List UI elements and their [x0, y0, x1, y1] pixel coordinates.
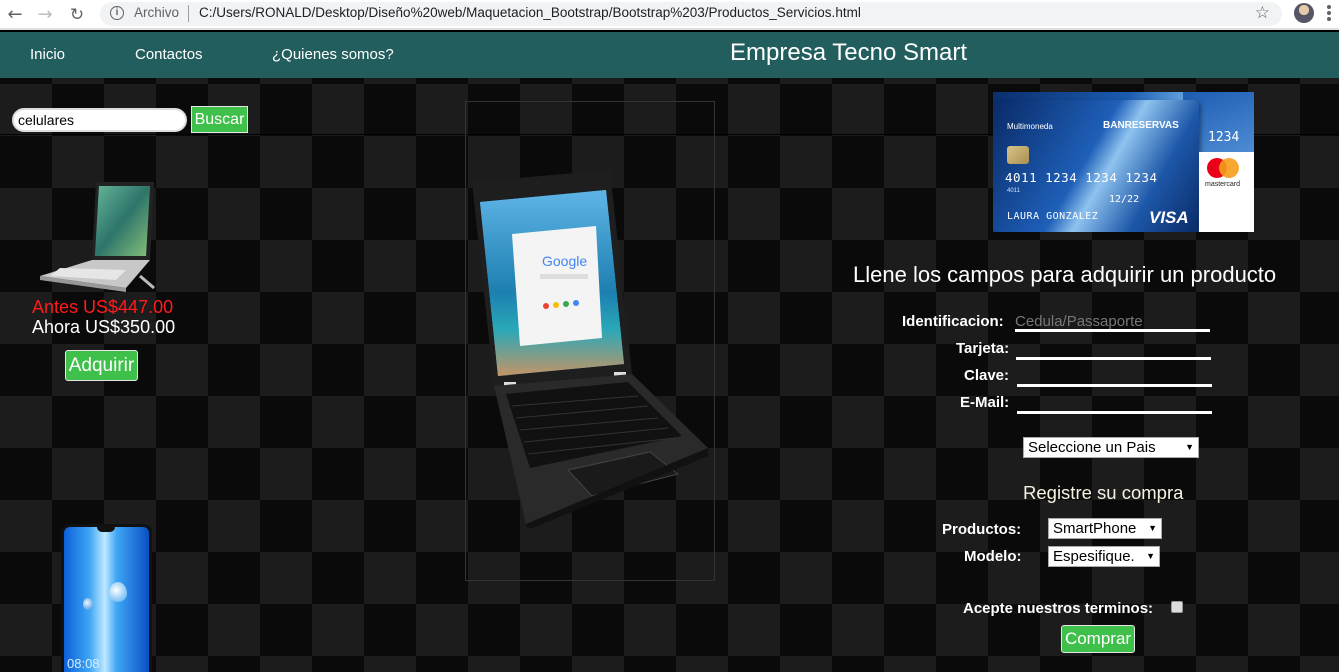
top-navbar: Inicio Contactos ¿Quienes somos? Empresa…: [0, 32, 1339, 78]
clave-input[interactable]: [1017, 369, 1212, 387]
back-arrow-icon[interactable]: ←: [4, 4, 26, 26]
comprar-button[interactable]: Comprar: [1061, 625, 1135, 653]
country-select[interactable]: Seleccione un Pais ▼: [1023, 437, 1199, 458]
nav-link-inicio[interactable]: Inicio: [30, 46, 65, 63]
card-back-digits: 1234: [1208, 130, 1240, 145]
info-icon[interactable]: i: [110, 6, 124, 20]
brand-title: Empresa Tecno Smart: [730, 39, 967, 66]
address-bar[interactable]: i Archivo C:/Users/RONALD/Desktop/Diseño…: [100, 2, 1282, 26]
card-type-label: Multimoneda: [1007, 122, 1053, 131]
adquirir-button[interactable]: Adquirir: [65, 350, 138, 381]
productos-label: Productos:: [942, 521, 1022, 538]
phone-product-image: 08:08: [61, 524, 152, 672]
identificacion-label: Identificacion:: [902, 313, 1004, 330]
productos-select-value: SmartPhone: [1053, 520, 1137, 537]
new-price: Ahora US$350.00: [32, 317, 176, 337]
chip-icon: [1007, 146, 1029, 164]
file-scheme-label: Archivo: [134, 5, 180, 20]
card-number: 4011 1234 1234 1234: [1005, 170, 1158, 185]
credit-card-image: 1234 Multimoneda BANRESERVAS 4011 1234 1…: [993, 92, 1254, 232]
tarjeta-label: Tarjeta:: [956, 340, 1010, 357]
reload-icon[interactable]: ↻: [66, 4, 88, 26]
forward-arrow-icon[interactable]: →: [34, 4, 56, 26]
address-separator: [188, 5, 189, 22]
phone-clock-text: 08:08: [67, 656, 100, 671]
identificacion-input[interactable]: [1015, 314, 1210, 332]
terms-checkbox[interactable]: [1171, 601, 1183, 613]
tarjeta-input[interactable]: [1016, 342, 1211, 360]
profile-avatar[interactable]: [1294, 3, 1314, 23]
dropdown-arrow-icon: ▼: [1146, 551, 1155, 561]
dropdown-arrow-icon: ▼: [1185, 442, 1194, 452]
nav-link-contactos[interactable]: Contactos: [135, 46, 203, 63]
search-button[interactable]: Buscar: [191, 106, 248, 133]
modelo-select-value: Espesifique.: [1053, 548, 1135, 565]
productos-select[interactable]: SmartPhone ▼: [1048, 518, 1162, 539]
dropdown-arrow-icon: ▼: [1148, 523, 1157, 533]
bookmark-star-icon[interactable]: ☆: [1255, 3, 1270, 23]
url-text[interactable]: C:/Users/RONALD/Desktop/Diseño%20web/Maq…: [199, 5, 861, 20]
search-input[interactable]: [12, 108, 187, 132]
clave-label: Clave:: [964, 367, 1010, 384]
terms-label: Acepte nuestros terminos:: [963, 600, 1154, 617]
card-number-short: 4011: [1007, 188, 1020, 194]
browser-toolbar: ← → ↻ i Archivo C:/Users/RONALD/Desktop/…: [0, 0, 1339, 30]
chromebook-product-image: Google: [472, 170, 708, 528]
mastercard-label: mastercard: [1205, 181, 1241, 188]
laptop-product-image: [40, 182, 155, 292]
card-bank-name: BANRESERVAS: [1103, 120, 1179, 131]
form-title: Llene los campos para adquirir un produc…: [853, 262, 1277, 287]
old-price: Antes US$447.00: [32, 297, 174, 317]
nav-link-quienes-somos[interactable]: ¿Quienes somos?: [272, 46, 394, 63]
card-expiry: 12/22: [1109, 194, 1140, 205]
browser-menu-icon[interactable]: [1326, 4, 1332, 24]
email-input[interactable]: [1017, 396, 1212, 414]
register-title: Registre su compra: [1023, 482, 1184, 503]
modelo-label: Modelo:: [964, 548, 1022, 565]
modelo-select[interactable]: Espesifique. ▼: [1048, 546, 1160, 567]
svg-text:Google: Google: [542, 253, 587, 269]
country-select-value: Seleccione un Pais: [1028, 439, 1156, 456]
card-holder: LAURA GONZALEZ: [1007, 211, 1099, 222]
email-label: E-Mail:: [960, 394, 1010, 411]
visa-logo: VISA: [1149, 208, 1189, 227]
